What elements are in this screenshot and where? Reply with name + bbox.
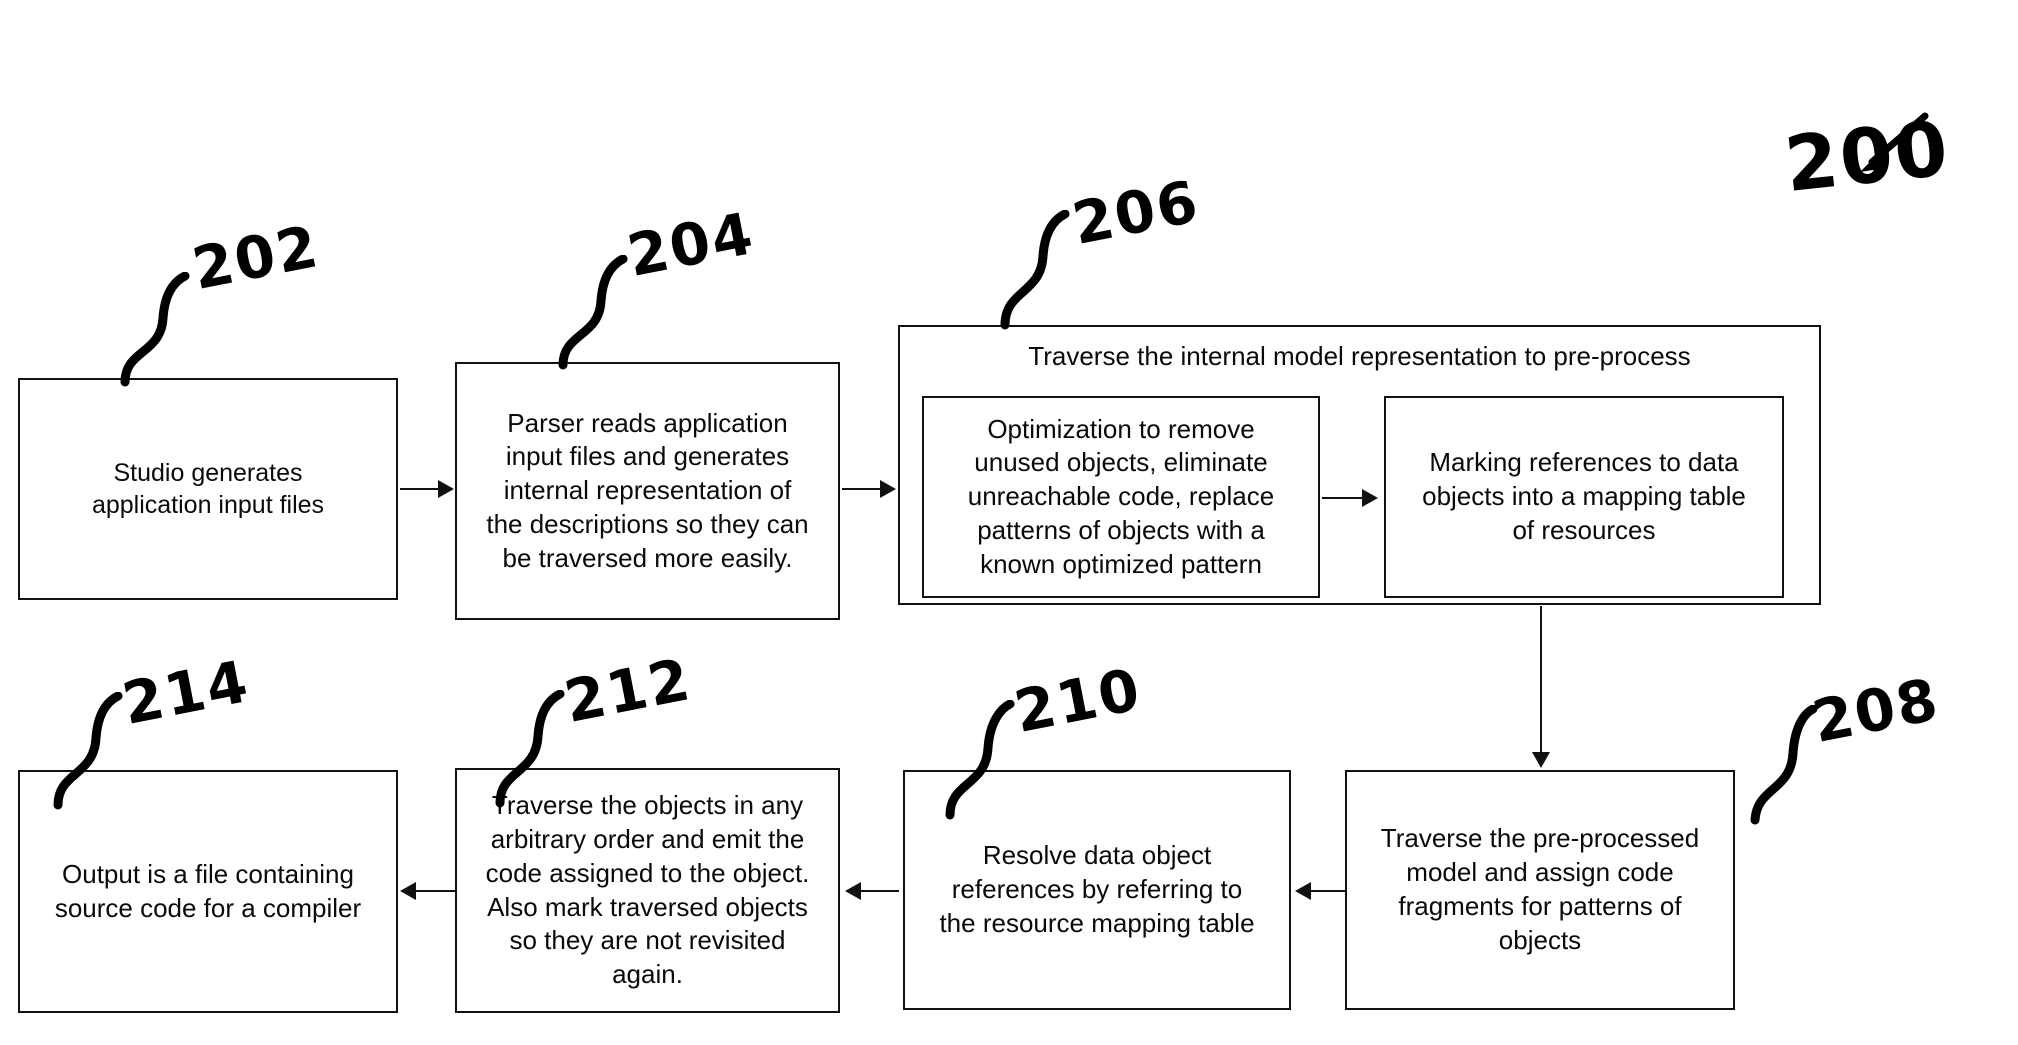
reference-numeral-214: 214 bbox=[117, 647, 255, 738]
leader-line-208 bbox=[1750, 705, 1818, 825]
process-box-202-text: Studio generates application input files bbox=[91, 458, 325, 520]
leader-line-206 bbox=[1000, 210, 1070, 330]
process-box-206-marking-references-text: Marking references to data objects into … bbox=[1422, 447, 1746, 545]
process-box-214-text: Output is a file containing source code … bbox=[54, 858, 362, 923]
reference-numeral-210: 210 bbox=[1009, 655, 1147, 746]
process-box-208-text: Traverse the pre-processed model and ass… bbox=[1380, 823, 1700, 955]
leader-line-212 bbox=[495, 690, 565, 808]
process-box-208[interactable]: Traverse the pre-processed model and ass… bbox=[1345, 770, 1735, 1010]
process-box-206-optimization-text: Optimization to remove unused objects, e… bbox=[967, 413, 1275, 579]
process-group-206-title: Traverse the internal model representati… bbox=[1028, 341, 1691, 371]
process-box-204-text: Parser reads application input files and… bbox=[486, 407, 809, 573]
figure-200-leader-arrow bbox=[1860, 112, 1929, 172]
reference-numeral-206: 206 bbox=[1067, 167, 1205, 258]
leader-line-210 bbox=[945, 700, 1015, 820]
process-box-212-text: Traverse the objects in any arbitrary or… bbox=[485, 790, 810, 990]
process-box-206-optimization[interactable]: Optimization to remove unused objects, e… bbox=[922, 396, 1320, 598]
process-box-210-text: Resolve data object references by referr… bbox=[939, 840, 1255, 938]
process-box-202[interactable]: Studio generates application input files bbox=[18, 378, 398, 600]
reference-numeral-202: 202 bbox=[187, 212, 325, 303]
reference-numeral-208: 208 bbox=[1807, 665, 1945, 756]
leader-line-202 bbox=[120, 272, 190, 387]
leader-line-204 bbox=[558, 255, 628, 370]
figure-canvas: 200 Studio generates application input f… bbox=[0, 0, 2018, 1045]
leader-line-214 bbox=[53, 692, 123, 810]
reference-numeral-212: 212 bbox=[559, 645, 697, 736]
reference-numeral-204: 204 bbox=[622, 199, 760, 290]
process-box-206-marking-references[interactable]: Marking references to data objects into … bbox=[1384, 396, 1784, 598]
process-box-204[interactable]: Parser reads application input files and… bbox=[455, 362, 840, 620]
